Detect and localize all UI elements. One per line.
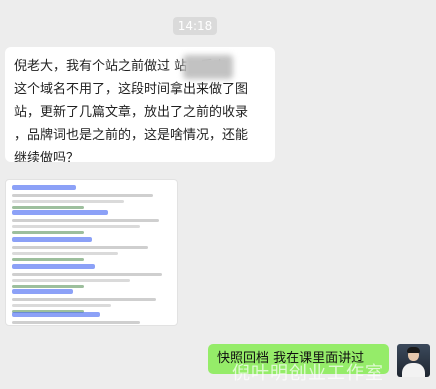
avatar-hair bbox=[407, 347, 420, 353]
blurred-redaction bbox=[183, 55, 233, 79]
incoming-message-bubble[interactable]: 倪老大，我有个站之前做过 站，后来 这个域名不用了，这段时间拿出来做了图 站，更… bbox=[5, 47, 275, 162]
search-result bbox=[12, 237, 172, 261]
search-result bbox=[12, 264, 172, 288]
image-attachment[interactable] bbox=[5, 179, 178, 326]
watermark: 倪叶明创业工作室 bbox=[232, 363, 384, 384]
timestamp: 14:18 bbox=[173, 17, 217, 35]
search-result bbox=[12, 289, 172, 313]
search-result bbox=[12, 185, 172, 209]
search-result bbox=[12, 210, 172, 234]
search-result bbox=[12, 312, 172, 324]
